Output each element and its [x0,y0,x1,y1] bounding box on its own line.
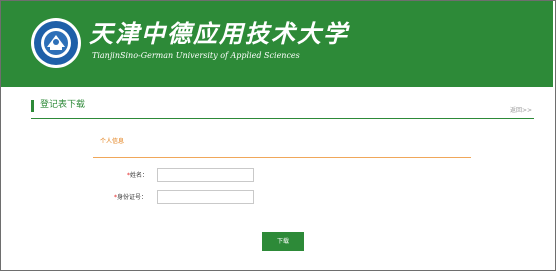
name-input[interactable] [157,168,254,182]
university-name-en: TianjinSino-German University of Applied… [92,51,300,60]
page-title: 登记表下载 [40,100,86,110]
id-number-label: *身份证号： [114,194,148,201]
panel-divider [93,157,471,158]
section-marker [31,100,34,112]
section-divider [31,118,534,119]
id-number-input[interactable] [157,190,254,204]
download-button[interactable]: 下载 [262,232,304,251]
site-header: 天津中德应用技术大学 TianjinSino-German University… [1,1,553,87]
name-label: *姓名： [127,172,149,179]
university-logo-icon [31,18,81,68]
back-link[interactable]: 返回>> [510,107,532,115]
university-name-cn: 天津中德应用技术大学 [89,19,349,48]
panel-title: 个人信息 [100,138,125,145]
